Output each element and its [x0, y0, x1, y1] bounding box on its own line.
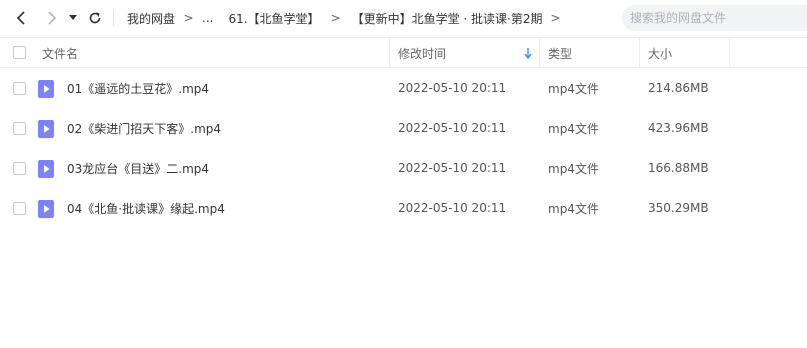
file-row[interactable]: 02《柴进门招天下客》.mp4 2022-05-10 20:11 mp4文件 4… [0, 108, 807, 148]
file-name[interactable]: 04《北鱼·批读课》缘起.mp4 [67, 188, 225, 228]
search-input[interactable] [630, 11, 800, 25]
file-size: 423.96MB [648, 121, 709, 135]
file-row[interactable]: 01《遥远的土豆花》.mp4 2022-05-10 20:11 mp4文件 21… [0, 68, 807, 108]
column-header-name[interactable]: 文件名 [42, 38, 78, 68]
breadcrumb-separator: > [550, 11, 561, 25]
breadcrumb-item-folder[interactable]: 61.【北鱼学堂】 [228, 10, 319, 27]
video-file-icon [38, 120, 54, 138]
column-divider [389, 38, 390, 68]
file-type: mp4文件 [548, 161, 599, 176]
breadcrumb-separator: > [330, 11, 341, 25]
video-file-icon [38, 80, 54, 98]
chevron-left-icon [16, 11, 25, 25]
column-header-size[interactable]: 大小 [648, 38, 672, 68]
column-header-modified[interactable]: 修改时间 [398, 38, 446, 68]
file-row[interactable]: 04《北鱼·批读课》缘起.mp4 2022-05-10 20:11 mp4文件 … [0, 188, 807, 228]
breadcrumb-item-ellipsis[interactable]: ... [202, 11, 213, 25]
breadcrumb: 我的网盘 > ... 61.【北鱼学堂】 > 【更新中】北鱼学堂 · 批读课·第… [127, 9, 568, 27]
file-modified: 2022-05-10 20:11 [398, 201, 507, 215]
toolbar: 我的网盘 > ... 61.【北鱼学堂】 > 【更新中】北鱼学堂 · 批读课·第… [0, 0, 807, 36]
row-checkbox[interactable] [13, 162, 26, 175]
column-header-type[interactable]: 类型 [548, 38, 572, 68]
column-divider [539, 38, 540, 68]
refresh-icon [89, 12, 101, 24]
column-divider [729, 38, 730, 68]
search-box [622, 5, 807, 31]
caret-down-icon [69, 15, 77, 20]
file-row[interactable]: 03龙应台《目送》二.mp4 2022-05-10 20:11 mp4文件 16… [0, 148, 807, 188]
breadcrumb-item-current[interactable]: 【更新中】北鱼学堂 · 批读课·第2期 [352, 10, 543, 27]
column-divider [639, 38, 640, 68]
file-size: 214.86MB [648, 81, 709, 95]
breadcrumb-separator: > [183, 11, 194, 25]
file-modified: 2022-05-10 20:11 [398, 121, 507, 135]
video-file-icon [38, 200, 54, 218]
file-size: 350.29MB [648, 201, 709, 215]
file-modified: 2022-05-10 20:11 [398, 81, 507, 95]
select-all-checkbox[interactable] [13, 46, 26, 59]
file-type: mp4文件 [548, 201, 599, 216]
file-type: mp4文件 [548, 121, 599, 136]
video-file-icon [38, 160, 54, 178]
file-name[interactable]: 01《遥远的土豆花》.mp4 [67, 68, 209, 108]
row-checkbox[interactable] [13, 82, 26, 95]
file-name[interactable]: 03龙应台《目送》二.mp4 [67, 148, 209, 188]
file-type: mp4文件 [548, 81, 599, 96]
file-list-header: 文件名 修改时间 类型 大小 [0, 37, 807, 68]
back-button[interactable] [12, 8, 32, 28]
file-size: 166.88MB [648, 161, 709, 175]
row-checkbox[interactable] [13, 202, 26, 215]
toolbar-divider [113, 10, 114, 26]
row-checkbox[interactable] [13, 122, 26, 135]
forward-button[interactable] [41, 8, 61, 28]
breadcrumb-item-root[interactable]: 我的网盘 [127, 10, 175, 27]
sort-descending-icon[interactable] [524, 48, 532, 59]
refresh-button[interactable] [85, 8, 105, 28]
history-dropdown-button[interactable] [65, 8, 81, 28]
file-modified: 2022-05-10 20:11 [398, 161, 507, 175]
file-name[interactable]: 02《柴进门招天下客》.mp4 [67, 108, 221, 148]
chevron-right-icon [48, 11, 57, 25]
